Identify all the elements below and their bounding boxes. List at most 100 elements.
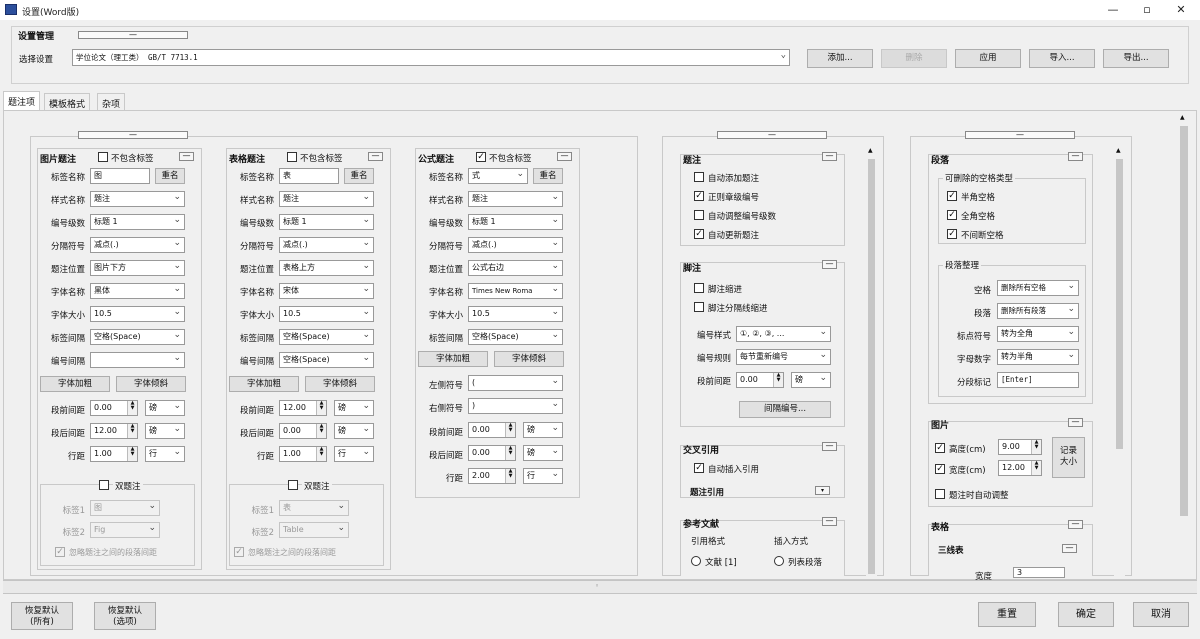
middle-scrollbar[interactable]: ▲ [866,146,877,576]
right-scroll-thumb[interactable] [1116,159,1123,449]
table-level-select[interactable]: 标题 1 [279,214,374,230]
auto-update-caption-checkbox[interactable]: ✓ [694,229,704,239]
tab-template-format[interactable]: 模板格式 [44,93,91,111]
table-italic-button[interactable]: 字体倾斜 [305,376,375,392]
settings-collapse-bar[interactable]: — [78,31,188,39]
equation-line-unit[interactable]: 行 [523,468,563,484]
document-panel-collapse[interactable]: — [965,131,1075,139]
auto-adjust-level-checkbox[interactable] [694,210,704,220]
table-line-spin-arrows[interactable]: ▲ ▼ [316,447,326,461]
footnote-num-style-select[interactable]: ①, ②, ③, ... [736,326,831,342]
picture-width-checkbox[interactable]: ✓ [935,464,945,474]
table-after-spin-arrows[interactable]: ▲ ▼ [316,424,326,438]
table-font-select[interactable]: 宋体 [279,283,374,299]
equation-line-spin-arrows[interactable]: ▲ ▼ [505,469,515,483]
footnote-collapse[interactable]: — [822,260,837,269]
restore-option-defaults-button[interactable]: 恢复默认 (选项) [94,602,156,630]
main-scroll-thumb[interactable] [1180,126,1188,516]
split-mark-field[interactable]: [Enter] [997,372,1079,388]
insert-mode-radio[interactable] [774,556,784,566]
figure-rename-button[interactable]: 重名 [155,168,185,184]
equation-separator-select[interactable]: 减点(.) [468,237,563,253]
equation-before-spin-arrows[interactable]: ▲ ▼ [505,423,515,437]
figure-tag1-select[interactable]: 图 [90,500,160,516]
table-bold-button[interactable]: 字体加粗 [229,376,299,392]
equation-level-select[interactable]: 标题 1 [468,214,563,230]
figure-num-gap-select[interactable] [90,352,185,368]
right-scroll-up-icon[interactable]: ▲ [1116,147,1121,154]
table-dual-checkbox[interactable] [288,480,298,490]
table-label-gap-select[interactable]: 空格(Space) [279,329,374,345]
footnote-num-rule-select[interactable]: 每节重新编号 [736,349,831,365]
figure-before-unit[interactable]: 磅 [145,400,185,416]
reset-button[interactable]: 重置 [978,602,1036,627]
equation-style-select[interactable]: 题注 [468,191,563,207]
punct-action-select[interactable]: 转为全角 [997,326,1079,342]
table-font-size-select[interactable]: 10.5 [279,306,374,322]
equation-position-select[interactable]: 公式右边 [468,260,563,276]
table-tag1-select[interactable]: 表 [279,500,349,516]
minimize-button[interactable]: — [1096,0,1130,20]
footnote-indent-checkbox[interactable] [694,283,704,293]
picture-height-checkbox[interactable]: ✓ [935,443,945,453]
caption-ref-expand[interactable]: ▾ [815,486,830,495]
restore-button[interactable]: ▫ [1130,0,1164,20]
auto-insert-ref-checkbox[interactable]: ✓ [694,463,704,473]
half-width-space-checkbox[interactable]: ✓ [947,191,957,201]
table-line-unit[interactable]: 行 [334,446,374,462]
nonbreak-space-checkbox[interactable]: ✓ [947,229,957,239]
tables-collapse[interactable]: — [1068,520,1083,529]
figure-font-size-select[interactable]: 10.5 [90,306,185,322]
restore-all-defaults-button[interactable]: 恢复默认 (所有) [11,602,73,630]
table-style-select[interactable]: 题注 [279,191,374,207]
figure-after-spin-arrows[interactable]: ▲ ▼ [127,424,137,438]
figure-after-unit[interactable]: 磅 [145,423,185,439]
record-size-button[interactable]: 记录 大小 [1052,437,1085,478]
cite-style-radio[interactable] [691,556,701,566]
equation-font-size-select[interactable]: 10.5 [468,306,563,322]
table-separator-select[interactable]: 减点(.) [279,237,374,253]
figure-italic-button[interactable]: 字体倾斜 [116,376,186,392]
caption-options-collapse[interactable]: — [822,152,837,161]
equation-font-select[interactable]: Times New Roma [468,283,563,299]
table-width-spinner[interactable]: 3 [1013,567,1065,578]
delete-button[interactable]: 删除 [881,49,947,68]
footnote-spacing-unit[interactable]: 磅 [791,372,831,388]
figure-tag2-select[interactable]: Fig [90,522,160,538]
figure-label-name-field[interactable]: 图 [90,168,150,184]
equation-collapse-button[interactable]: — [557,152,572,161]
equation-label-gap-select[interactable]: 空格(Space) [468,329,563,345]
auto-add-caption-checkbox[interactable] [694,172,704,182]
equation-right-wrap-select[interactable]: ) [468,398,563,414]
para-action-select[interactable]: 删除所有段落 [997,303,1079,319]
export-button[interactable]: 导出... [1103,49,1169,68]
apply-button[interactable]: 应用 [955,49,1021,68]
tab-caption-items[interactable]: 题注项 [3,91,41,111]
main-scroll-up-icon[interactable]: ▲ [1180,114,1185,121]
table-tag2-select[interactable]: Table [279,522,349,538]
picture-auto-adjust-checkbox[interactable] [935,489,945,499]
table-ignore-checkbox[interactable]: ✓ [234,547,244,557]
middle-scroll-thumb[interactable] [868,159,875,574]
table-rename-button[interactable]: 重名 [344,168,374,184]
table-label-name-field[interactable]: 表 [279,168,339,184]
figure-collapse-button[interactable]: — [179,152,194,161]
biblio-collapse[interactable]: — [822,517,837,526]
figure-label-gap-select[interactable]: 空格(Space) [90,329,185,345]
chapter-number-checkbox[interactable]: ✓ [694,191,704,201]
close-button[interactable]: ✕ [1164,0,1198,20]
figure-style-select[interactable]: 题注 [90,191,185,207]
crossref-collapse[interactable]: — [822,442,837,451]
scroll-up-icon[interactable]: ▲ [868,147,873,154]
main-scrollbar[interactable]: ▲ [1177,112,1191,578]
splitter[interactable]: ◦ [3,580,1197,594]
equation-after-unit[interactable]: 磅 [523,445,563,461]
equation-left-wrap-select[interactable]: ( [468,375,563,391]
table-before-spin-arrows[interactable]: ▲ ▼ [316,401,326,415]
figure-before-spin-arrows[interactable]: ▲ ▼ [127,401,137,415]
equation-bold-button[interactable]: 字体加粗 [418,351,488,367]
table-num-gap-select[interactable]: 空格(Space) [279,352,374,368]
import-button[interactable]: 导入... [1029,49,1095,68]
figure-dual-checkbox[interactable] [99,480,109,490]
picture-width-spin-arrows[interactable]: ▲ ▼ [1031,461,1041,475]
